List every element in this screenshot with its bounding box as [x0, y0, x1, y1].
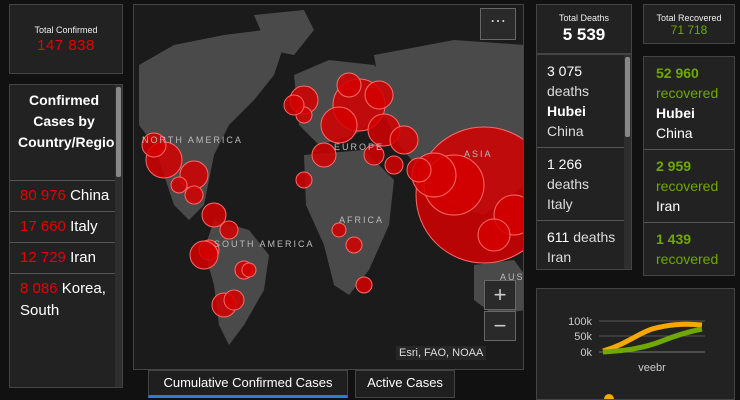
recovered-suffix: recovered — [656, 251, 719, 267]
zoom-out-button[interactable]: − — [484, 311, 516, 341]
case-bubble[interactable] — [311, 142, 337, 168]
case-bubble[interactable] — [345, 236, 363, 254]
recovered-suffix: recovered — [656, 85, 719, 101]
label-africa: AFRICA — [339, 215, 384, 225]
list-item[interactable]: 8 086 Korea, South — [10, 273, 122, 326]
total-deaths-label: Total Deaths — [558, 13, 610, 23]
mini-chart-panel: 100k 50k 0k veebr — [536, 288, 735, 400]
total-recovered-label: Total Recovered — [656, 13, 722, 23]
case-bubble[interactable] — [170, 176, 188, 194]
deaths-suffix: deaths — [547, 83, 590, 99]
world-map[interactable]: NORTH AMERICA EUROPE ASIA AFRICA SOUTH A… — [133, 4, 524, 370]
total-confirmed-value: 147 838 — [37, 37, 95, 54]
list-item-count: 17 660 — [20, 218, 66, 235]
y-tick-50k: 50k — [574, 331, 592, 343]
label-europe: EUROPE — [334, 142, 384, 152]
recovered-suffix: recovered — [656, 178, 719, 194]
list-item-count: 12 729 — [20, 249, 66, 266]
map-attribution: Esri, FAO, NOAA — [396, 346, 487, 360]
list-item[interactable]: 611 deaths Iran — [537, 221, 631, 269]
x-axis-label: veebr — [638, 362, 666, 374]
case-bubble[interactable] — [364, 80, 394, 110]
total-confirmed-panel: Total Confirmed 147 838 — [9, 4, 123, 74]
list-item[interactable]: 12 729 Iran — [10, 242, 122, 273]
deaths-place-bold: Hubei — [547, 103, 586, 119]
case-bubble[interactable] — [384, 155, 404, 175]
case-bubble[interactable] — [219, 220, 239, 240]
map-canvas: NORTH AMERICA EUROPE ASIA AFRICA SOUTH A… — [134, 5, 523, 369]
confirmed-list-panel[interactable]: Confirmed Cases by Country/Region/Sovere… — [9, 84, 123, 388]
confirmed-list-scrollbar[interactable] — [115, 85, 122, 387]
deaths-count: 1 266 — [547, 156, 583, 172]
total-confirmed-label: Total Confirmed — [34, 25, 98, 35]
y-tick-0k: 0k — [580, 347, 592, 359]
list-item-place: Iran — [70, 249, 96, 266]
case-bubble[interactable] — [184, 185, 204, 205]
case-bubble[interactable] — [336, 72, 362, 98]
deaths-list-scroll-thumb[interactable] — [625, 57, 630, 137]
total-deaths-value: 5 539 — [562, 25, 606, 44]
deaths-place: Italy — [547, 196, 573, 212]
recovered-place: China — [656, 125, 693, 141]
map-more-button[interactable]: ⋯ — [480, 8, 516, 40]
total-deaths-panel: Total Deaths 5 539 — [536, 4, 632, 54]
confirmed-list-scroll-thumb[interactable] — [116, 87, 121, 177]
deaths-list-scrollbar[interactable] — [624, 55, 631, 269]
case-bubble[interactable] — [320, 106, 358, 144]
recovered-count: 52 960 — [656, 65, 699, 81]
case-bubble[interactable] — [241, 262, 257, 278]
zoom-in-button[interactable]: + — [484, 280, 516, 310]
case-bubble[interactable] — [355, 276, 373, 294]
recovered-place: Iran — [656, 198, 681, 214]
list-item[interactable]: 17 660 Italy — [10, 211, 122, 242]
list-item-count: 8 086 — [20, 280, 58, 297]
tab-active-cases[interactable]: Active Cases — [355, 370, 455, 398]
label-asia: ASIA — [464, 149, 493, 159]
list-item-place: Italy — [70, 218, 98, 235]
recovered-list-panel[interactable]: 52 960 recovered Hubei China 2 959 recov… — [643, 56, 735, 276]
case-bubble[interactable] — [283, 94, 305, 116]
series-orange-line — [602, 321, 703, 354]
y-tick-100k: 100k — [568, 316, 592, 328]
series-green-line — [602, 326, 703, 355]
recovered-count: 2 959 — [656, 158, 692, 174]
deaths-suffix: deaths — [573, 229, 616, 245]
list-item[interactable]: 1 439 recovered — [644, 223, 734, 275]
slider-handle — [604, 394, 614, 399]
deaths-count: 611 — [547, 229, 570, 245]
confirmed-list-title: Confirmed Cases by Country/Region/Sovere… — [18, 92, 122, 150]
deaths-count: 3 075 — [547, 63, 583, 79]
case-bubble[interactable] — [477, 218, 511, 252]
list-item[interactable]: 1 266 deaths Italy — [537, 148, 631, 221]
case-bubble[interactable] — [223, 289, 245, 311]
label-north-america: NORTH AMERICA — [142, 135, 243, 145]
case-bubble[interactable] — [331, 222, 347, 238]
case-bubble[interactable] — [389, 125, 419, 155]
tab-cumulative-confirmed[interactable]: Cumulative Confirmed Cases — [148, 370, 348, 398]
deaths-suffix: deaths — [547, 176, 590, 192]
list-item[interactable]: 52 960 recovered Hubei China — [644, 57, 734, 150]
mini-chart: 100k 50k 0k veebr — [568, 316, 705, 399]
list-item[interactable]: 80 976 China — [10, 180, 122, 211]
case-bubble[interactable] — [406, 157, 432, 183]
label-south-america: SOUTH AMERICA — [214, 239, 315, 249]
list-item[interactable]: 3 075 deaths Hubei China — [537, 55, 631, 148]
list-item[interactable]: 2 959 recovered Iran — [644, 150, 734, 223]
list-item-count: 80 976 — [20, 187, 66, 204]
recovered-place-bold: Hubei — [656, 105, 695, 121]
total-recovered-panel: Total Recovered 71 718 — [643, 4, 735, 44]
case-bubble[interactable] — [295, 171, 313, 189]
deaths-place: Iran — [547, 249, 572, 265]
deaths-list-panel[interactable]: 3 075 deaths Hubei China 1 266 deaths It… — [536, 54, 632, 270]
deaths-place: China — [547, 123, 584, 139]
list-item-place: China — [70, 187, 110, 204]
total-recovered-value: 71 718 — [670, 23, 708, 37]
recovered-count: 1 439 — [656, 231, 692, 247]
